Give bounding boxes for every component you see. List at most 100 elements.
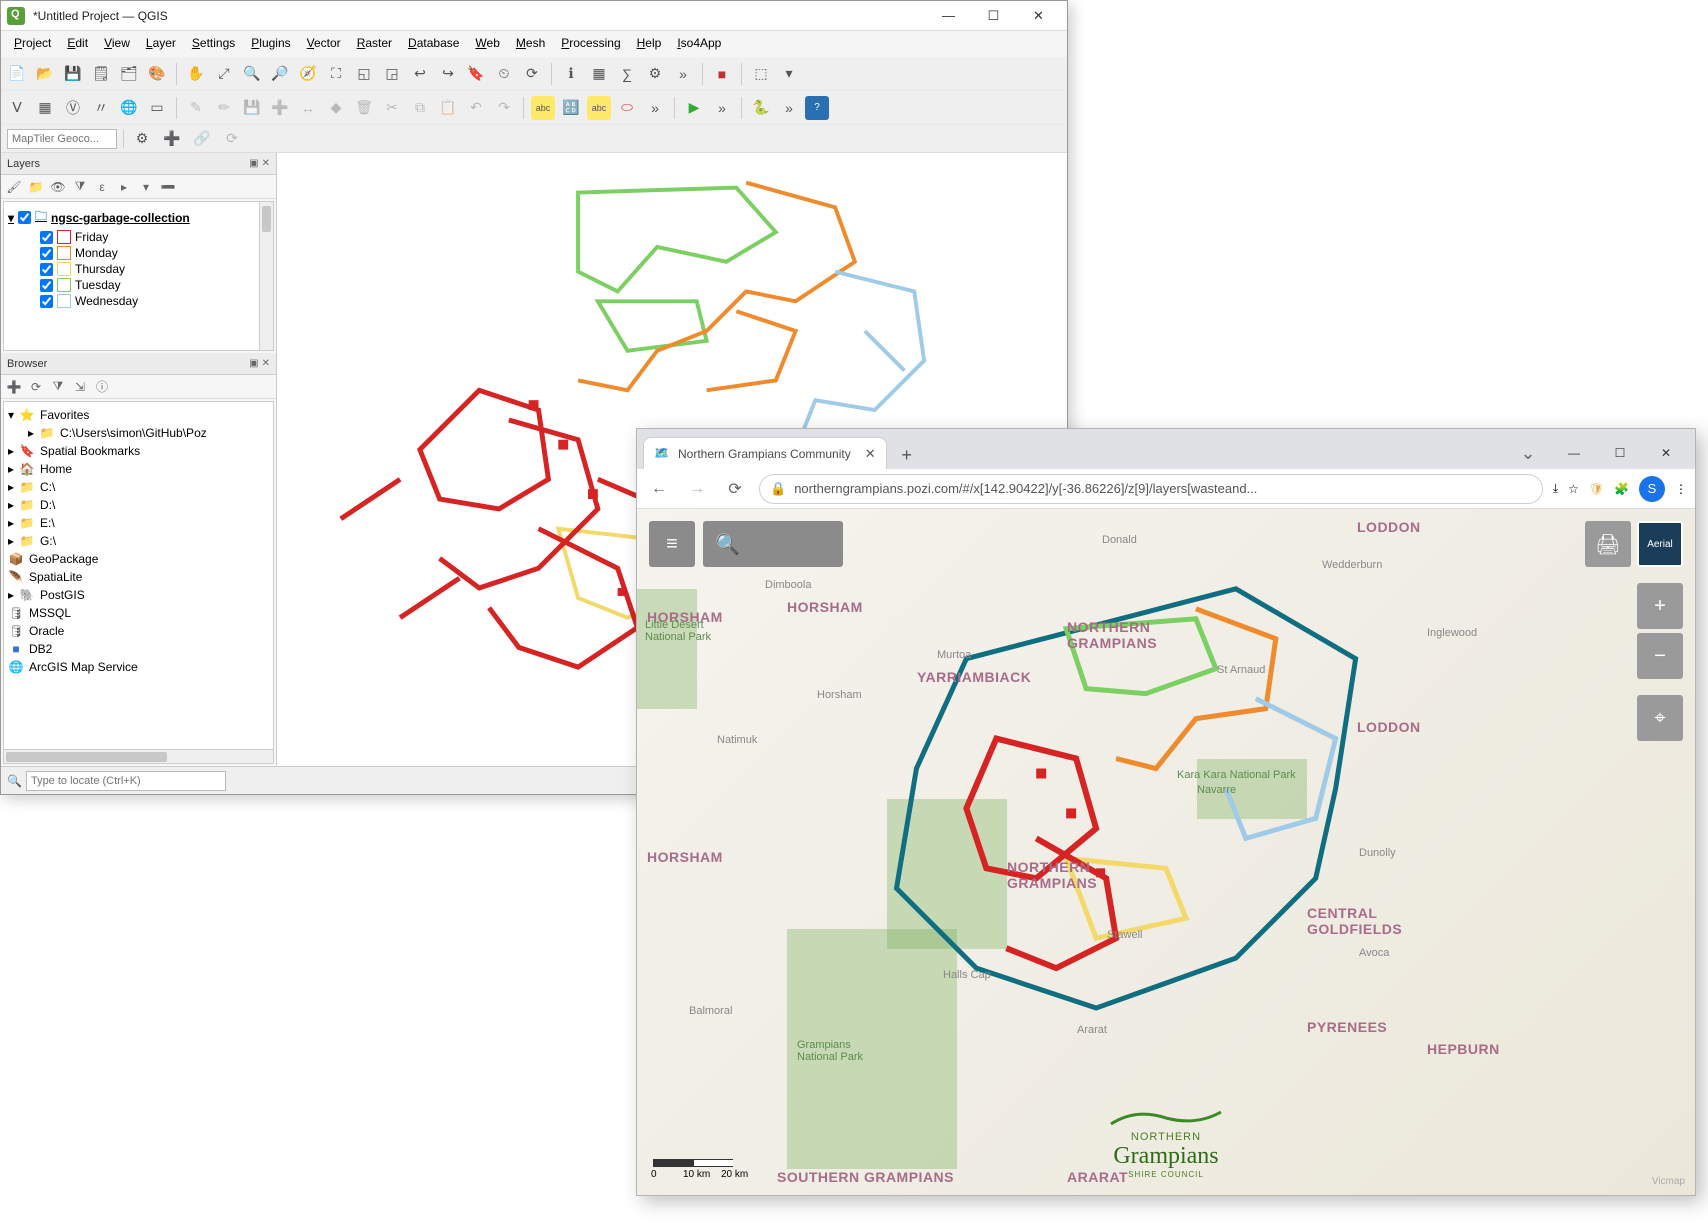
search-button[interactable]: 🔍 bbox=[703, 521, 843, 567]
refresh-icon[interactable]: ⟳ bbox=[520, 62, 544, 86]
browser-filter-icon[interactable]: ⧩ bbox=[49, 378, 67, 396]
geocoder-link-icon[interactable]: 🔗 bbox=[190, 127, 214, 151]
menu-web[interactable]: Web bbox=[468, 34, 506, 54]
open-project-icon[interactable]: 📂 bbox=[33, 62, 57, 86]
browser-db2[interactable]: DB2 bbox=[29, 642, 52, 656]
browser-favorites[interactable]: Favorites bbox=[40, 408, 89, 422]
style-manager-icon[interactable]: 🎨 bbox=[145, 62, 169, 86]
plugin1-icon[interactable]: ■ bbox=[710, 62, 734, 86]
zoom-out-button[interactable]: − bbox=[1637, 633, 1683, 679]
chrome-dropdown-icon[interactable]: ⌄ bbox=[1505, 437, 1551, 469]
layer-friday-label[interactable]: Friday bbox=[75, 230, 108, 244]
layer-tuesday-label[interactable]: Tuesday bbox=[75, 278, 121, 292]
attribute-table-icon[interactable]: ▦ bbox=[587, 62, 611, 86]
layers-scrollbar[interactable] bbox=[259, 202, 273, 350]
layer-monday-checkbox[interactable] bbox=[40, 247, 53, 260]
python-run-icon[interactable]: ▶ bbox=[682, 96, 706, 120]
label-tool2-icon[interactable]: abc bbox=[587, 96, 611, 120]
chevron-right-icon[interactable]: ▸ bbox=[8, 534, 14, 548]
browser-oracle[interactable]: Oracle bbox=[29, 624, 64, 638]
layer-group-checkbox[interactable] bbox=[18, 211, 31, 224]
python-overflow-icon[interactable]: » bbox=[710, 96, 734, 120]
chrome-maximize-button[interactable]: ☐ bbox=[1597, 437, 1643, 469]
tab-close-icon[interactable]: ✕ bbox=[865, 446, 876, 462]
label-abc-icon[interactable]: abc bbox=[531, 96, 555, 120]
label-overflow-icon[interactable]: » bbox=[643, 96, 667, 120]
browser-tree[interactable]: ▾⭐Favorites ▸📁C:\Users\simon\GitHub\Poz … bbox=[3, 401, 274, 764]
chevron-right-icon[interactable]: ▸ bbox=[8, 516, 14, 530]
label-tool1-icon[interactable]: 🔠 bbox=[559, 96, 583, 120]
nav-forward-button[interactable]: → bbox=[683, 475, 711, 503]
menu-database[interactable]: Database bbox=[401, 34, 466, 54]
help-about-icon[interactable]: ? bbox=[805, 96, 829, 120]
browser-props-icon[interactable]: ⓘ bbox=[93, 378, 111, 396]
locator-input[interactable] bbox=[26, 771, 226, 791]
edit-pencil-icon[interactable]: ✎ bbox=[184, 96, 208, 120]
chevron-down-icon[interactable]: ▾ bbox=[8, 211, 14, 225]
chevron-right-icon[interactable]: ▸ bbox=[8, 498, 14, 512]
select-icon[interactable]: ⬚ bbox=[749, 62, 773, 86]
browser-refresh-icon[interactable]: ⟳ bbox=[27, 378, 45, 396]
add-delim-icon[interactable]: 〃 bbox=[89, 96, 113, 120]
zoom-next-icon[interactable]: ↪ bbox=[436, 62, 460, 86]
menu-view[interactable]: View bbox=[97, 34, 137, 54]
print-button[interactable]: 🖨 bbox=[1585, 521, 1631, 567]
redo-icon[interactable]: ↷ bbox=[492, 96, 516, 120]
new-bookmark-icon[interactable]: 🔖 bbox=[464, 62, 488, 86]
browser-postgis[interactable]: PostGIS bbox=[40, 588, 85, 602]
pan-icon[interactable]: ✋ bbox=[184, 62, 208, 86]
layer-wednesday-checkbox[interactable] bbox=[40, 295, 53, 308]
toggle-edit-icon[interactable]: ✏ bbox=[212, 96, 236, 120]
menu-processing[interactable]: Processing bbox=[554, 34, 627, 54]
menu-project[interactable]: Project bbox=[7, 34, 58, 54]
browser-collapse-icon[interactable]: ⇲ bbox=[71, 378, 89, 396]
zoom-out-icon[interactable]: 🔎 bbox=[268, 62, 292, 86]
label-tool3-icon[interactable]: ⬭ bbox=[615, 96, 639, 120]
qgis-titlebar[interactable]: *Untitled Project — QGIS — ☐ ✕ bbox=[1, 1, 1067, 31]
layer-add-group-icon[interactable]: 📁 bbox=[27, 178, 45, 196]
geocoder-add-icon[interactable]: ➕ bbox=[160, 127, 184, 151]
layer-visibility-icon[interactable]: 👁 bbox=[49, 178, 67, 196]
chrome-tab[interactable]: 🗺️ Northern Grampians Community ✕ bbox=[643, 437, 887, 469]
layout-manager-icon[interactable]: 🗂 bbox=[117, 62, 141, 86]
nav-back-button[interactable]: ← bbox=[645, 475, 673, 503]
layer-tuesday-checkbox[interactable] bbox=[40, 279, 53, 292]
save-project-icon[interactable]: 💾 bbox=[61, 62, 85, 86]
browser-arcgis[interactable]: ArcGIS Map Service bbox=[29, 660, 138, 674]
browser-mssql[interactable]: MSSQL bbox=[29, 606, 71, 620]
paste-icon[interactable]: 📋 bbox=[436, 96, 460, 120]
pan-selection-icon[interactable]: ⤢ bbox=[212, 62, 236, 86]
layers-tree[interactable]: ▾ 🗀 ngsc-garbage-collection Friday Monda… bbox=[3, 201, 274, 351]
nav-reload-button[interactable]: ⟳ bbox=[721, 475, 749, 503]
menu-raster[interactable]: Raster bbox=[350, 34, 399, 54]
chevron-right-icon[interactable]: ▸ bbox=[8, 588, 14, 602]
browser-d[interactable]: D:\ bbox=[40, 498, 55, 512]
add-wms-icon[interactable]: 🌐 bbox=[117, 96, 141, 120]
field-calc-icon[interactable]: ∑ bbox=[615, 62, 639, 86]
browser-geopackage[interactable]: GeoPackage bbox=[29, 552, 98, 566]
zoom-last-icon[interactable]: ↩ bbox=[408, 62, 432, 86]
layer-monday-label[interactable]: Monday bbox=[75, 246, 118, 260]
node-tool-icon[interactable]: ◆ bbox=[324, 96, 348, 120]
chrome-menu-icon[interactable]: ⋮ bbox=[1675, 482, 1687, 496]
new-vector-icon[interactable]: ▭ bbox=[145, 96, 169, 120]
chrome-close-button[interactable]: ✕ bbox=[1643, 437, 1689, 469]
extensions-icon[interactable]: 🧩 bbox=[1614, 482, 1629, 496]
window-maximize-button[interactable]: ☐ bbox=[971, 2, 1016, 30]
layer-group-name[interactable]: ngsc-garbage-collection bbox=[51, 211, 190, 225]
browser-hscrollbar[interactable] bbox=[4, 749, 273, 763]
shield-icon[interactable]: 🛡 bbox=[1589, 482, 1604, 496]
processing-toolbox-icon[interactable]: ⚙ bbox=[643, 62, 667, 86]
menu-button[interactable]: ≡ bbox=[649, 521, 695, 567]
panel-close-icon[interactable]: ✕ bbox=[262, 158, 270, 169]
chevron-right-icon[interactable]: ▸ bbox=[28, 426, 34, 440]
browser-c[interactable]: C:\ bbox=[40, 480, 55, 494]
geocoder-gear-icon[interactable]: ⚙ bbox=[130, 127, 154, 151]
temporal-icon[interactable]: ⏲ bbox=[492, 62, 516, 86]
menu-iso4app[interactable]: Iso4App bbox=[670, 34, 728, 54]
zoom-in-icon[interactable]: 🔍 bbox=[240, 62, 264, 86]
layer-friday-checkbox[interactable] bbox=[40, 231, 53, 244]
layers-panel-header[interactable]: Layers ▣✕ bbox=[1, 153, 276, 175]
menu-help[interactable]: Help bbox=[630, 34, 669, 54]
menu-vector[interactable]: Vector bbox=[300, 34, 348, 54]
